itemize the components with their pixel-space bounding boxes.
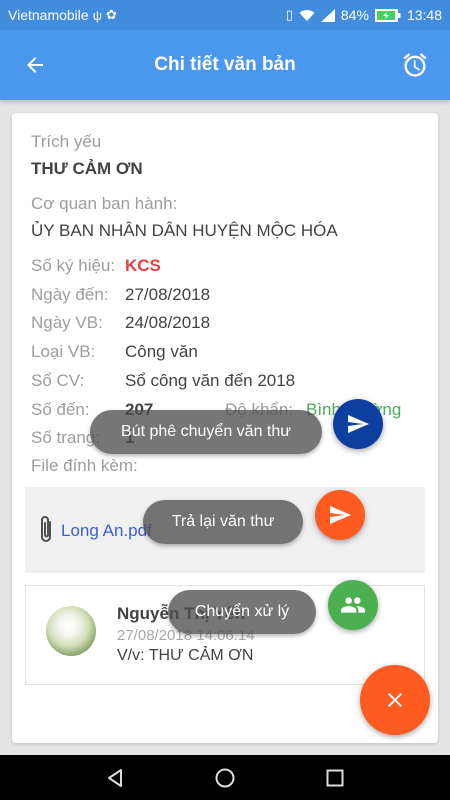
comment-subject: V/v: THƯ CẢM ƠN (117, 647, 254, 664)
ngay-den-value: 27/08/2018 (125, 285, 211, 304)
ngay-den-label: Ngày đến: (31, 285, 109, 304)
status-right: ▯ 84% 13:48 (286, 7, 442, 23)
status-left: Vietnamobile ψ ✿ (8, 7, 117, 23)
but-phe-button[interactable] (333, 399, 383, 449)
alarm-clock-icon (403, 53, 427, 77)
usb-icon: ψ (92, 7, 102, 23)
nav-recents-icon[interactable] (324, 767, 346, 789)
app-bar: Chi tiết văn bản (0, 30, 450, 100)
loai-vb-label: Loại VB: (31, 342, 96, 361)
co-quan-value: ỦY BAN NHÂN DÂN HUYỆN MỘC HÓA (31, 221, 338, 240)
send-icon (348, 415, 369, 433)
so-ky-hieu-label: Số ký hiệu: (31, 256, 116, 275)
avatar (46, 606, 96, 656)
trich-yeu-value: THƯ CẢM ƠN (31, 159, 143, 178)
chuyen-xu-ly-label[interactable]: Chuyển xử lý (168, 590, 316, 634)
status-bar: Vietnamobile ψ ✿ ▯ 84% 13:48 (0, 0, 450, 30)
so-ky-hieu-value: KCS (125, 256, 161, 275)
signal-icon (320, 8, 335, 22)
tra-lai-button[interactable] (315, 490, 365, 540)
carrier-name: Vietnamobile (8, 7, 89, 23)
close-speed-dial-button[interactable] (360, 665, 430, 735)
back-button[interactable] (0, 30, 70, 100)
nav-back-icon[interactable] (104, 767, 126, 789)
group-icon (341, 597, 365, 613)
system-nav-bar (0, 755, 450, 800)
so-cv-label: Sổ CV: (31, 371, 85, 390)
nav-home-icon[interactable] (214, 767, 236, 789)
file-dinh-kem-label: File đính kèm: (31, 456, 138, 475)
wifi-icon (299, 9, 315, 21)
page-title: Chi tiết văn bản (154, 54, 296, 75)
battery-charging-icon (374, 8, 401, 22)
back-arrow-icon (27, 57, 43, 73)
clock-time: 13:48 (406, 7, 442, 23)
but-phe-label[interactable]: Bút phê chuyển văn thư (90, 410, 322, 454)
tra-lai-label[interactable]: Trả lại văn thư (143, 500, 303, 544)
close-icon (388, 693, 402, 707)
alarm-button[interactable] (380, 30, 450, 100)
vibrate-icon: ▯ (285, 7, 293, 22)
trich-yeu-label: Trích yếu (31, 132, 102, 151)
battery-percent: 84% (340, 7, 369, 23)
so-den-label: Số đến: (31, 400, 90, 419)
app-notification-icon: ✿ (105, 7, 117, 22)
so-cv-value: Sổ công văn đến 2018 (125, 371, 296, 390)
ngay-vb-label: Ngày VB: (31, 313, 103, 332)
chuyen-xu-ly-button[interactable] (328, 580, 378, 630)
ngay-vb-value: 24/08/2018 (125, 313, 211, 332)
attachment-file-link[interactable]: Long An.pdf (61, 521, 152, 541)
send-icon (330, 506, 351, 524)
paperclip-icon (41, 516, 51, 542)
loai-vb-value: Công văn (125, 342, 198, 361)
co-quan-label: Cơ quan ban hành: (31, 194, 178, 213)
